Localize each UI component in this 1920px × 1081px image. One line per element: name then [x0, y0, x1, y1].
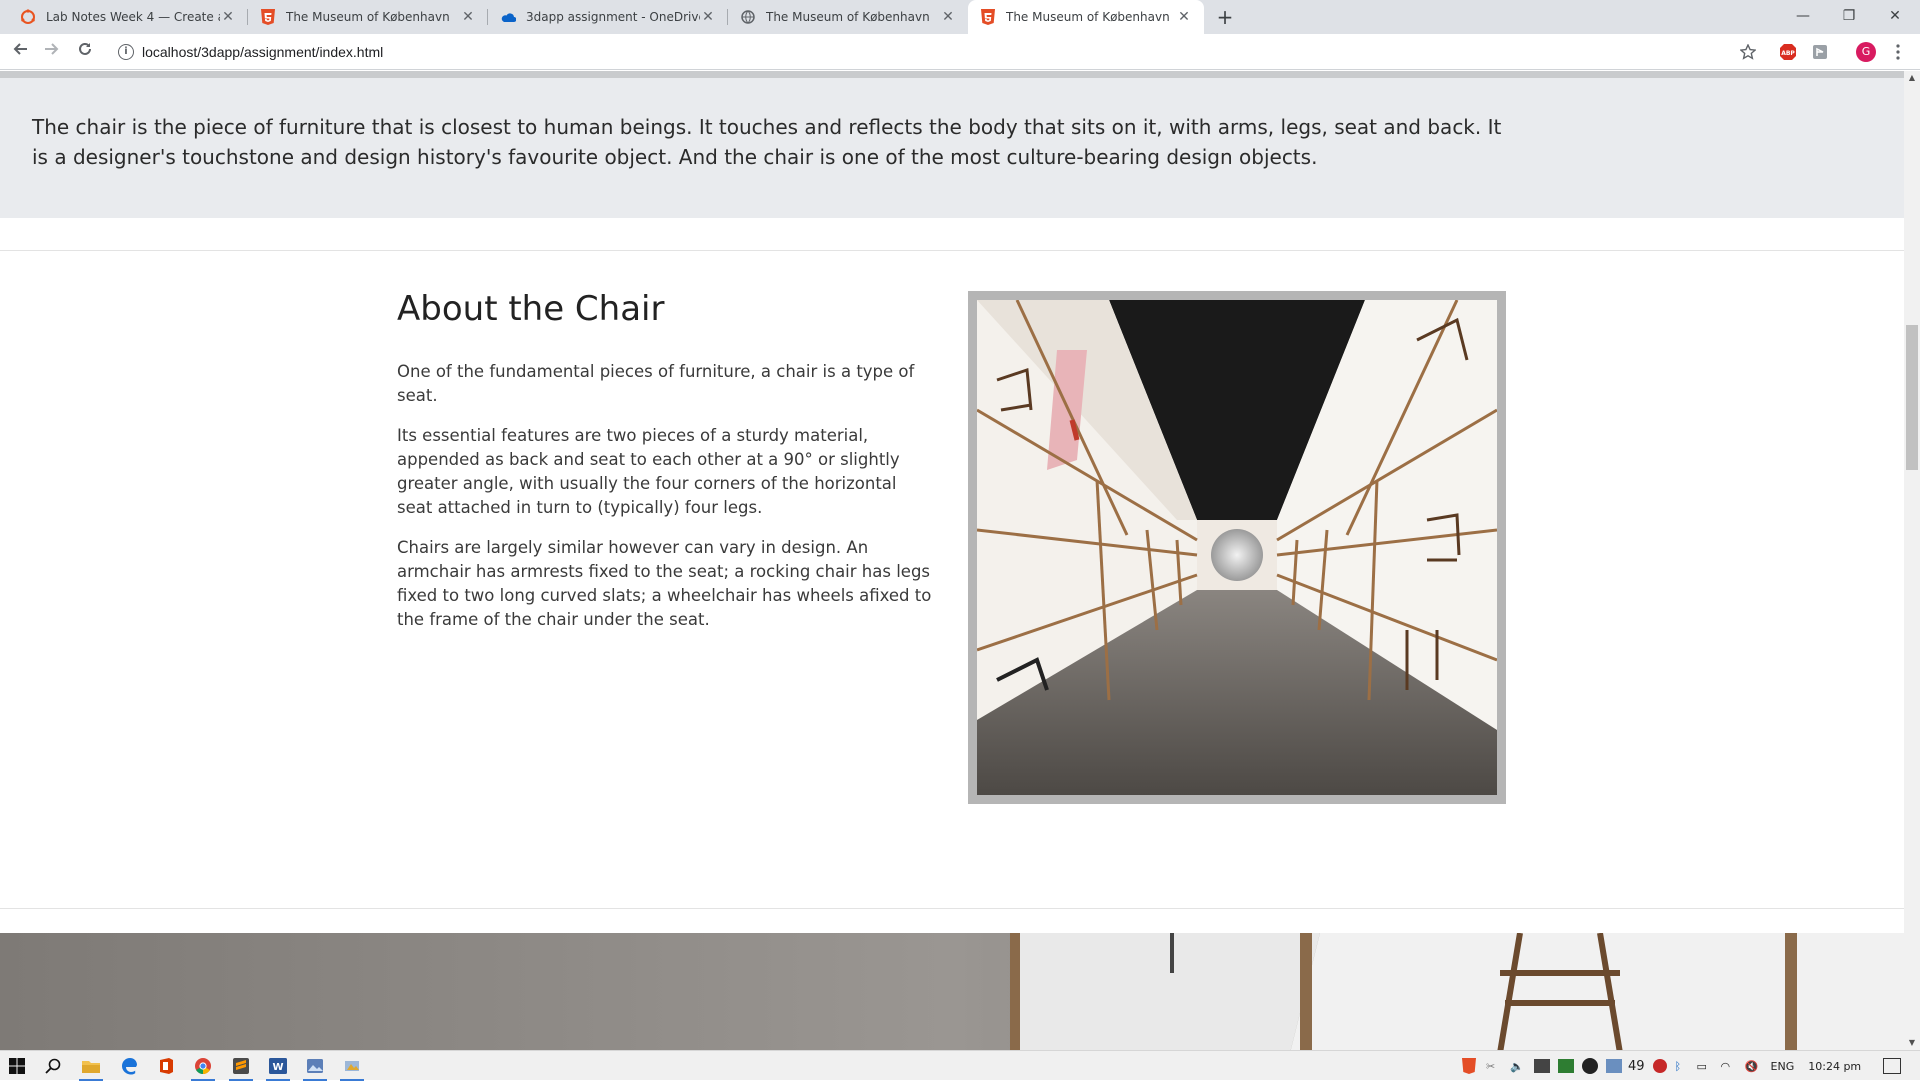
tab-title: The Museum of København — [286, 10, 450, 24]
intro-section: The chair is the piece of furniture that… — [0, 78, 1904, 218]
section-divider — [0, 250, 1904, 251]
intro-text: The chair is the piece of furniture that… — [32, 115, 1502, 169]
action-center-icon[interactable] — [1883, 1058, 1902, 1074]
language-indicator[interactable]: ENG — [1771, 1060, 1795, 1073]
scroll-up-arrow-icon[interactable]: ▲ — [1904, 71, 1920, 85]
back-arrow-icon — [13, 43, 27, 55]
onedrive-icon — [500, 9, 516, 25]
tab-lab-notes[interactable]: Lab Notes Week 4 — Create a ba ✕ — [8, 0, 248, 34]
browser-toolbar: i localhost/3dapp/assignment/index.html … — [0, 34, 1920, 70]
page-scrollbar[interactable]: ▲ ▼ — [1904, 71, 1920, 1050]
search-icon[interactable] — [40, 1054, 66, 1078]
restore-button[interactable]: ❐ — [1826, 0, 1872, 34]
tab-onedrive[interactable]: 3dapp assignment - OneDrive ✕ — [488, 0, 728, 34]
chrome-icon[interactable] — [190, 1054, 216, 1081]
corridor-banner-image — [0, 933, 1904, 1050]
svg-text:W: W — [272, 1062, 283, 1073]
scrollbar-thumb[interactable] — [1906, 325, 1918, 470]
tab-museum-1[interactable]: The Museum of København ✕ — [248, 0, 488, 34]
address-bar[interactable]: i localhost/3dapp/assignment/index.html — [110, 38, 1760, 66]
section-divider — [0, 908, 1904, 909]
back-button[interactable] — [8, 40, 32, 64]
html5-icon — [260, 9, 276, 25]
about-body: One of the fundamental pieces of furnitu… — [397, 360, 937, 648]
wifi-icon[interactable]: ◠ — [1721, 1060, 1737, 1073]
adblock-extension-icon[interactable]: ABP — [1778, 42, 1798, 62]
profile-initial: G — [1861, 45, 1871, 58]
tab-title: The Museum of København — [1006, 10, 1170, 24]
clock[interactable]: 10:24 pm — [1808, 1060, 1861, 1073]
tray-app-icon[interactable] — [1534, 1059, 1550, 1073]
close-tab-icon[interactable]: ✕ — [1176, 9, 1192, 25]
tab-title: Lab Notes Week 4 — Create a ba — [46, 10, 220, 24]
about-paragraph: Its essential features are two pieces of… — [397, 426, 900, 517]
file-explorer-icon[interactable] — [78, 1054, 104, 1081]
edge-icon[interactable] — [116, 1054, 142, 1078]
windows-start-icon[interactable] — [4, 1054, 30, 1078]
close-tab-icon[interactable]: ✕ — [220, 9, 236, 25]
sublime-text-icon[interactable] — [228, 1054, 254, 1081]
html5-icon — [980, 9, 996, 25]
nvidia-icon[interactable] — [1558, 1059, 1574, 1073]
network-tool-icon[interactable] — [339, 1054, 365, 1081]
tab-title: 3dapp assignment - OneDrive — [526, 10, 700, 24]
tray-count: 49 — [1628, 1058, 1645, 1074]
tab-museum-active[interactable]: The Museum of København ✕ — [968, 0, 1204, 34]
battery-icon[interactable]: ▭ — [1697, 1060, 1713, 1073]
html5-tray-icon[interactable] — [1462, 1058, 1478, 1074]
globe-icon — [740, 9, 756, 25]
bluetooth-icon[interactable]: ᛒ — [1675, 1060, 1689, 1073]
antivirus-alert-icon[interactable] — [1652, 1059, 1667, 1073]
svg-text:ABP: ABP — [1781, 50, 1795, 57]
forward-arrow-icon — [45, 43, 59, 55]
corridor-image — [977, 300, 1497, 795]
office-icon[interactable] — [153, 1054, 179, 1078]
reload-button[interactable] — [73, 40, 97, 64]
about-paragraph: One of the fundamental pieces of furnitu… — [397, 362, 915, 405]
nav-bottom-edge — [0, 71, 1904, 78]
about-heading: About the Chair — [397, 289, 665, 329]
volume-icon[interactable]: 🔈 — [1510, 1060, 1526, 1073]
forward-button[interactable] — [40, 40, 64, 64]
reload-icon — [79, 42, 91, 55]
url-text: localhost/3dapp/assignment/index.html — [142, 44, 384, 60]
tab-museum-2[interactable]: The Museum of København ✕ — [728, 0, 968, 34]
profile-avatar[interactable]: G — [1856, 42, 1876, 62]
browser-tabstrip: Lab Notes Week 4 — Create a ba ✕ The Mus… — [0, 0, 1920, 34]
about-paragraph: Chairs are largely similar however can v… — [397, 538, 932, 629]
extension-icon[interactable] — [1810, 42, 1830, 62]
info-icon[interactable]: i — [118, 44, 134, 60]
word-icon[interactable]: W — [265, 1054, 291, 1081]
image-viewer-icon[interactable] — [302, 1054, 328, 1081]
tab-title: The Museum of København — [766, 10, 930, 24]
tray-tool-icon[interactable]: ✂ — [1486, 1060, 1502, 1073]
mute-icon[interactable]: 🔇 — [1745, 1060, 1761, 1073]
close-tab-icon[interactable]: ✕ — [460, 9, 476, 25]
menu-kebab-icon[interactable] — [1888, 42, 1908, 62]
system-tray: ✂ 🔈 49 ᛒ ▭ ◠ 🔇 ENG 10:24 pm — [1462, 1051, 1902, 1081]
new-tab-button[interactable]: + — [1213, 5, 1237, 29]
tray-monitor-icon[interactable] — [1606, 1059, 1622, 1073]
close-tab-icon[interactable]: ✕ — [940, 9, 956, 25]
minimize-button[interactable]: — — [1780, 0, 1826, 34]
page-viewport: The chair is the piece of furniture that… — [0, 71, 1904, 1050]
ubuntu-icon — [20, 9, 36, 25]
close-tab-icon[interactable]: ✕ — [700, 9, 716, 25]
close-window-button[interactable]: ✕ — [1872, 0, 1918, 34]
museum-corridor-photo — [968, 291, 1506, 804]
github-icon[interactable] — [1582, 1058, 1598, 1074]
windows-taskbar: W ✂ 🔈 49 ᛒ ▭ ◠ 🔇 ENG 10:24 pm — [0, 1050, 1920, 1081]
bookmark-star-icon[interactable] — [1738, 42, 1758, 62]
scroll-down-arrow-icon[interactable]: ▼ — [1904, 1036, 1920, 1050]
